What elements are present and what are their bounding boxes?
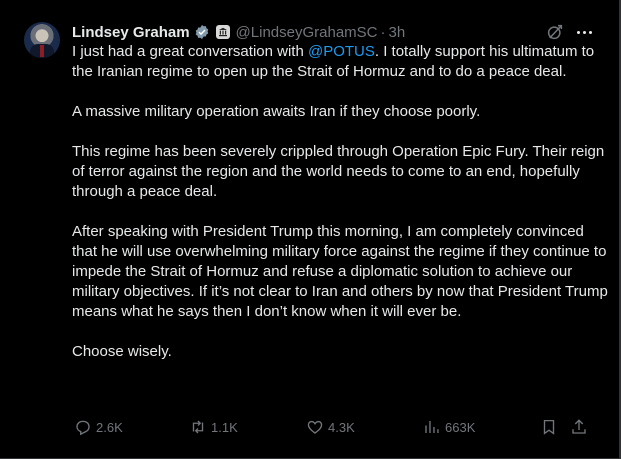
- repost-button[interactable]: 1.1K: [189, 417, 238, 437]
- share-button[interactable]: [570, 417, 592, 437]
- like-button[interactable]: 4.3K: [306, 417, 355, 437]
- bookmark-button[interactable]: [540, 417, 562, 437]
- views-icon: [425, 421, 439, 433]
- views-button[interactable]: 663K: [423, 417, 475, 437]
- tweet-text: I just had a great conversation with @PO…: [72, 42, 612, 362]
- tweet-paragraph-2: A massive military operation awaits Iran…: [72, 103, 481, 120]
- more-icon[interactable]: [574, 22, 594, 42]
- government-affiliation-icon[interactable]: [215, 25, 230, 39]
- mention-link[interactable]: @POTUS: [308, 43, 375, 60]
- tweet-paragraph-4: After speaking with President Trump this…: [72, 223, 608, 320]
- reply-button[interactable]: 2.6K: [74, 417, 123, 437]
- like-count: 4.3K: [328, 419, 355, 435]
- repost-count: 1.1K: [211, 419, 238, 435]
- repost-icon: [192, 420, 204, 434]
- tweet-paragraph-3: This regime has been severely crippled t…: [72, 143, 605, 200]
- reply-icon: [76, 420, 90, 436]
- bookmark-icon: [543, 419, 555, 435]
- timestamp[interactable]: 3h: [389, 24, 406, 41]
- share-icon: [572, 419, 586, 434]
- author-handle[interactable]: @LindseyGrahamSC: [236, 24, 378, 41]
- avatar[interactable]: [24, 22, 60, 58]
- tweet-paragraph-1: I just had a great conversation with @PO…: [72, 43, 595, 80]
- action-bar: 2.6K 1.1K 4.3K 663K: [72, 417, 592, 437]
- reply-count: 2.6K: [96, 419, 123, 435]
- verified-badge-icon[interactable]: [194, 24, 210, 40]
- tweet[interactable]: Lindsey Graham @LindseyGrahamSC · 3h I j…: [0, 0, 621, 459]
- grok-icon[interactable]: [546, 23, 564, 41]
- like-icon: [307, 420, 323, 434]
- author-name[interactable]: Lindsey Graham: [72, 24, 190, 41]
- view-count: 663K: [445, 419, 476, 435]
- tweet-header: Lindsey Graham @LindseyGrahamSC · 3h: [72, 22, 405, 42]
- header-separator: ·: [380, 23, 386, 41]
- tweet-paragraph-5: Choose wisely.: [72, 343, 172, 360]
